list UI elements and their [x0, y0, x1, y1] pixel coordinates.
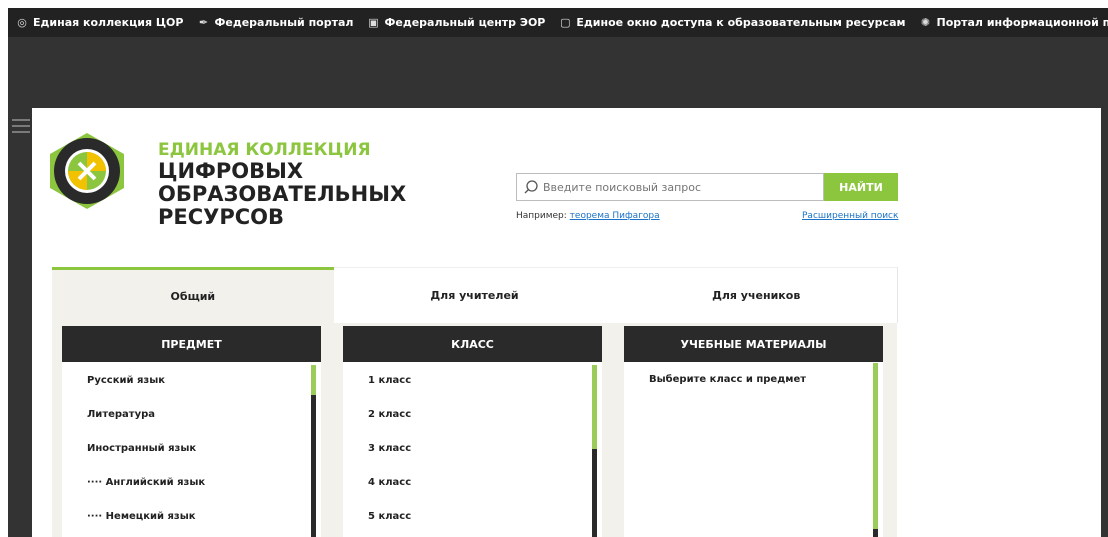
search-box[interactable] [516, 173, 824, 201]
example-link[interactable]: теорема Пифагора [570, 211, 660, 221]
topnav-link-single-window[interactable]: ▢ Единое окно доступа к образовательным … [559, 16, 905, 29]
window-icon: ▢ [560, 15, 571, 29]
brand-title: ЕДИНАЯ КОЛЛЕКЦИЯ ЦИФРОВЫХ ОБРАЗОВАТЕЛЬНЫ… [158, 140, 406, 229]
topnav-link-ege-portal[interactable]: ✺ Портал информационной поддержки ЕГЭ [920, 16, 1108, 29]
example-prefix: Например: [516, 211, 570, 221]
browser-viewport: ◎ Единая коллекция ЦОР ✒ Федеральный пор… [8, 8, 1108, 537]
materials-message: Выберите класс и предмет [649, 374, 807, 385]
search-example: Например: теорема Пифагора [516, 211, 660, 221]
scrollbar-thumb[interactable] [592, 365, 597, 449]
materials-list: Выберите класс и предмет [624, 362, 883, 537]
list-item[interactable]: ···· Немецкий язык [62, 500, 321, 534]
brand-line-2: ЦИФРОВЫХ [158, 159, 304, 183]
list-item[interactable]: Литература [62, 398, 321, 432]
materials-scrollbar[interactable] [873, 363, 878, 537]
grade-list: 1 класс 2 класс 3 класс 4 класс 5 класс [343, 364, 602, 537]
tab-students[interactable]: Для учеников [615, 267, 898, 323]
topnav-link-federal-portal[interactable]: ✒ Федеральный портал [197, 15, 354, 29]
list-item[interactable]: 5 класс [343, 500, 602, 534]
search-icon [524, 180, 538, 194]
list-item[interactable]: 1 класс [343, 364, 602, 398]
globe-icon: ✺ [920, 15, 931, 29]
materials-panel-title: УЧЕБНЫЕ МАТЕРИАЛЫ [624, 326, 883, 362]
list-item[interactable]: ···· Английский язык [62, 466, 321, 500]
tab-teachers[interactable]: Для учителей [333, 267, 616, 323]
brand-line-3: ОБРАЗОВАТЕЛЬНЫХ [158, 182, 407, 206]
subject-scrollbar[interactable] [311, 365, 316, 537]
list-item[interactable]: 4 класс [343, 466, 602, 500]
topnav-label: Единая коллекция ЦОР [33, 16, 184, 29]
grade-scrollbar[interactable] [592, 365, 597, 537]
subject-list: Русский язык Литература Иностранный язык… [62, 364, 321, 537]
right-side-strip [1101, 108, 1108, 537]
header-dark-band [8, 37, 1108, 108]
search-button[interactable]: НАЙТИ [824, 173, 898, 201]
topnav-label: Единое окно доступа к образовательным ре… [576, 16, 906, 29]
topnav-link-collection[interactable]: ◎ Единая коллекция ЦОР [16, 16, 183, 29]
topnav-label: Федеральный портал [214, 16, 354, 29]
list-item[interactable]: 2 класс [343, 398, 602, 432]
book-icon: ▣ [368, 15, 379, 29]
collection-icon: ◎ [17, 15, 27, 29]
subject-panel: ПРЕДМЕТ Русский язык Литература Иностран… [62, 326, 321, 537]
topnav-label: Портал информационной поддержки ЕГЭ [936, 16, 1108, 29]
main-content: ЕДИНАЯ КОЛЛЕКЦИЯ ЦИФРОВЫХ ОБРАЗОВАТЕЛЬНЫ… [32, 108, 1101, 537]
list-item[interactable]: Иностранный язык [62, 432, 321, 466]
search-input[interactable] [539, 180, 813, 194]
list-item[interactable]: 3 класс [343, 432, 602, 466]
tab-general[interactable]: Общий [52, 267, 334, 323]
scrollbar-thumb[interactable] [311, 365, 316, 395]
advanced-search-link[interactable]: Расширенный поиск [802, 211, 898, 221]
grade-panel: КЛАСС 1 класс 2 класс 3 класс 4 класс 5 … [343, 326, 602, 537]
grade-panel-title: КЛАСС [343, 326, 602, 362]
subject-panel-title: ПРЕДМЕТ [62, 326, 321, 362]
brand-line-4: РЕСУРСОВ [158, 205, 284, 229]
brand-line-1: ЕДИНАЯ КОЛЛЕКЦИЯ [158, 140, 371, 160]
search-form: НАЙТИ [516, 173, 898, 201]
scrollbar-thumb[interactable] [873, 363, 878, 529]
collection-logo[interactable] [48, 132, 126, 210]
topnav-link-federal-eor[interactable]: ▣ Федеральный центр ЭОР [367, 16, 545, 29]
feather-icon: ✒ [198, 15, 209, 29]
catalog-panels: ПРЕДМЕТ Русский язык Литература Иностран… [52, 323, 897, 537]
list-item[interactable]: Русский язык [62, 364, 321, 398]
materials-panel: УЧЕБНЫЕ МАТЕРИАЛЫ Выберите класс и предм… [624, 326, 883, 537]
topnav-label: Федеральный центр ЭОР [384, 16, 546, 29]
top-navigation-bar: ◎ Единая коллекция ЦОР ✒ Федеральный пор… [8, 8, 1108, 37]
audience-tabs: Общий Для учителей Для учеников [52, 267, 898, 323]
left-side-strip [8, 108, 32, 537]
hamburger-menu-icon[interactable] [12, 119, 30, 137]
